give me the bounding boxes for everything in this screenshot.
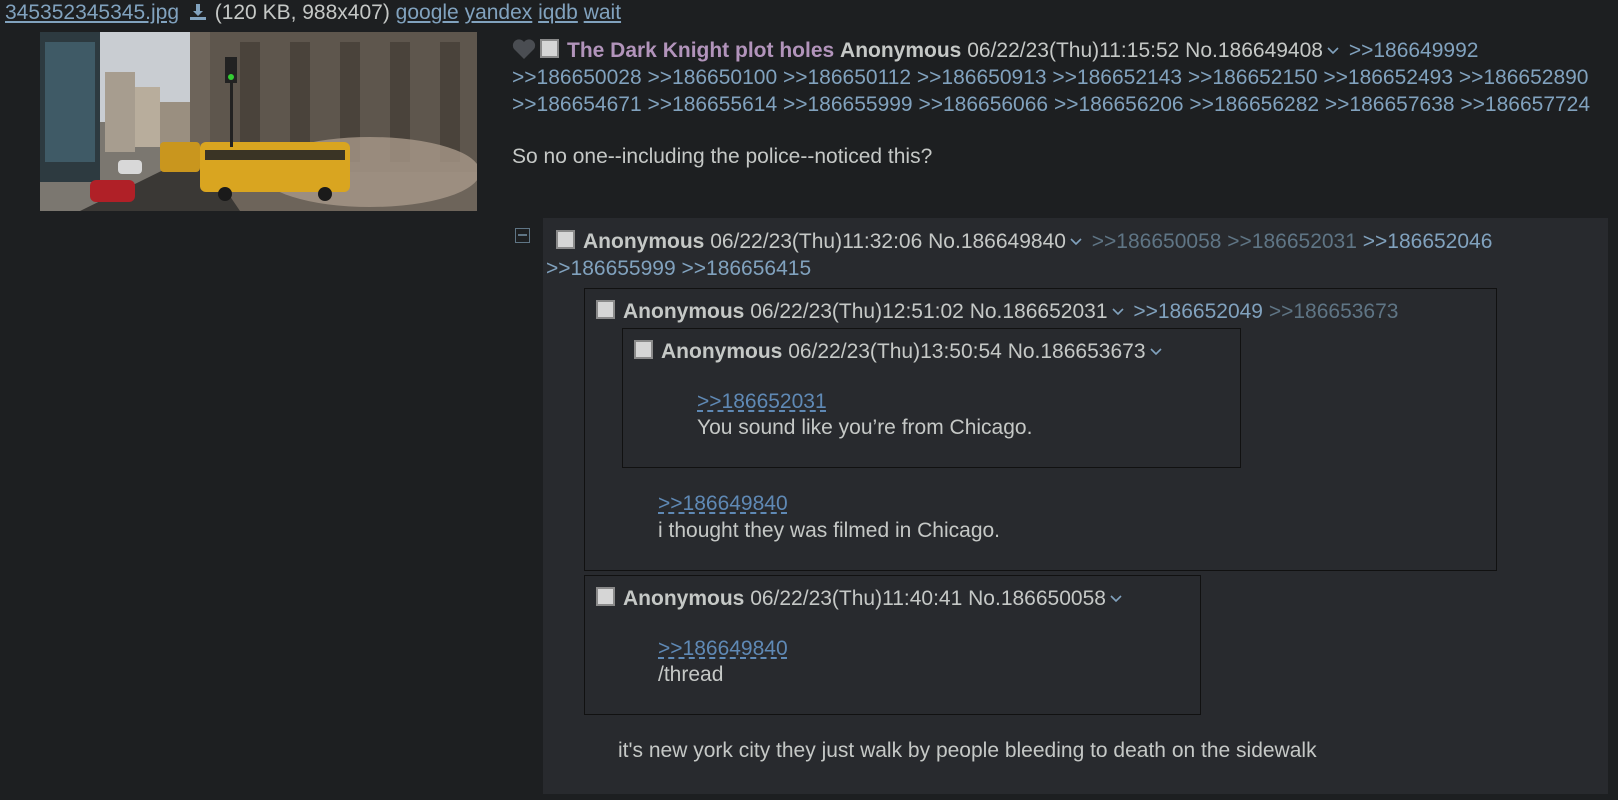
op-reply-link[interactable]: >>186650100 — [647, 66, 777, 89]
post4-body: /thread — [658, 663, 724, 686]
op-header: The Dark Knight plot holes Anonymous 06/… — [512, 37, 1607, 118]
op-datetime: 06/22/23(Thu)11:15:52 — [967, 39, 1180, 62]
post1-post-number[interactable]: No.186649840 — [928, 230, 1066, 253]
post2-select-checkbox[interactable] — [596, 300, 615, 319]
post1-datetime: 06/22/23(Thu)11:32:06 — [710, 230, 923, 253]
post2-quote-link[interactable]: >>186649840 — [658, 491, 788, 517]
post3-quote-link[interactable]: >>186652031 — [697, 389, 827, 415]
post1-reply-link[interactable]: >>186656415 — [681, 257, 811, 280]
op-reply-link[interactable]: >>186650028 — [512, 66, 642, 89]
chevron-down-icon[interactable] — [1111, 308, 1124, 316]
post3-datetime: 06/22/23(Thu)13:50:54 — [788, 340, 1002, 363]
post3-header: Anonymous 06/22/23(Thu)13:50:54 No.18665… — [634, 339, 1166, 365]
op-reply-link[interactable]: >>186655614 — [647, 93, 777, 116]
op-select-checkbox[interactable] — [540, 39, 559, 58]
street-scene-image — [40, 32, 477, 211]
file-info: 345352345345.jpg (120 KB, 988x407) googl… — [5, 0, 621, 26]
post2-author-name: Anonymous — [623, 300, 745, 323]
post2-post-number[interactable]: No.186652031 — [970, 300, 1108, 323]
op-post: The Dark Knight plot holes Anonymous 06/… — [512, 37, 1607, 170]
post4-author-name: Anonymous — [623, 587, 745, 610]
post3-select-checkbox[interactable] — [634, 340, 653, 359]
post4-header: Anonymous 06/22/23(Thu)11:40:41 No.18665… — [596, 586, 1126, 612]
op-thumbnail[interactable] — [40, 32, 477, 211]
op-reply-link[interactable]: >>186652150 — [1188, 66, 1318, 89]
op-post-number[interactable]: No.186649408 — [1185, 39, 1323, 62]
heart-icon[interactable] — [512, 39, 536, 60]
op-reply-link[interactable]: >>186655999 — [783, 93, 913, 116]
search-iqdb-link[interactable]: iqdb — [538, 1, 578, 24]
op-reply-link[interactable]: >>186657724 — [1460, 93, 1590, 116]
post4-quote-link[interactable]: >>186649840 — [658, 636, 788, 662]
chevron-down-icon[interactable] — [1110, 595, 1122, 603]
file-name-link[interactable]: 345352345345.jpg — [5, 1, 179, 24]
post2-reply-link[interactable]: >>186653673 — [1269, 300, 1399, 323]
post3-body: You sound like you’re from Chicago. — [697, 416, 1033, 439]
collapse-toggle-icon[interactable] — [515, 228, 530, 243]
chevron-down-icon[interactable] — [1327, 47, 1339, 55]
post3-author-name: Anonymous — [661, 340, 783, 363]
post1-reply-link[interactable]: >>186652046 — [1363, 230, 1493, 253]
op-body: So no one--including the police--noticed… — [512, 145, 933, 168]
file-meta: (120 KB, 988x407) — [214, 1, 390, 24]
post2-datetime: 06/22/23(Thu)12:51:02 — [750, 300, 964, 323]
op-reply-link[interactable]: >>186656206 — [1054, 93, 1184, 116]
post1-header: Anonymous 06/22/23(Thu)11:32:06 No.18664… — [546, 228, 1601, 282]
post1-author-name: Anonymous — [583, 230, 705, 253]
op-reply-link[interactable]: >>186652143 — [1052, 66, 1182, 89]
post1-body: it's new york city they just walk by peo… — [618, 739, 1317, 762]
reply-post-186650058: Anonymous 06/22/23(Thu)11:40:41 No.18665… — [584, 575, 1201, 715]
chevron-down-icon[interactable] — [1149, 348, 1162, 356]
op-reply-link[interactable]: >>186650913 — [917, 66, 1047, 89]
post2-header: Anonymous 06/22/23(Thu)12:51:02 No.18665… — [596, 299, 1398, 325]
post1-select-checkbox[interactable] — [556, 230, 575, 249]
download-icon[interactable] — [189, 3, 207, 21]
post2-reply-link[interactable]: >>186652049 — [1133, 300, 1263, 323]
op-reply-link[interactable]: >>186650112 — [783, 66, 911, 89]
op-reply-link[interactable]: >>186652493 — [1323, 66, 1453, 89]
op-reply-link[interactable]: >>186649992 — [1349, 39, 1479, 62]
op-reply-link[interactable]: >>186657638 — [1325, 93, 1455, 116]
op-reply-link[interactable]: >>186654671 — [512, 93, 642, 116]
post2-body: i thought they was filmed in Chicago. — [658, 519, 1001, 542]
op-reply-link[interactable]: >>186656282 — [1189, 93, 1319, 116]
post1-reply-link[interactable]: >>186650058 — [1092, 230, 1222, 253]
post1-reply-link[interactable]: >>186652031 — [1227, 230, 1357, 253]
chevron-down-icon[interactable] — [1070, 238, 1082, 246]
op-subject: The Dark Knight plot holes — [567, 39, 835, 62]
reply-post-186653673: Anonymous 06/22/23(Thu)13:50:54 No.18665… — [622, 328, 1241, 468]
search-yandex-link[interactable]: yandex — [465, 1, 533, 24]
op-reply-link[interactable]: >>186656066 — [918, 93, 1048, 116]
search-wait-link[interactable]: wait — [584, 1, 621, 24]
post3-post-number[interactable]: No.186653673 — [1008, 340, 1146, 363]
search-google-link[interactable]: google — [396, 1, 459, 24]
post4-select-checkbox[interactable] — [596, 587, 615, 606]
post1-reply-link[interactable]: >>186655999 — [546, 257, 676, 280]
op-author-name: Anonymous — [840, 39, 962, 62]
op-reply-link[interactable]: >>186652890 — [1459, 66, 1589, 89]
post4-post-number[interactable]: No.186650058 — [968, 587, 1106, 610]
post4-datetime: 06/22/23(Thu)11:40:41 — [750, 587, 963, 610]
